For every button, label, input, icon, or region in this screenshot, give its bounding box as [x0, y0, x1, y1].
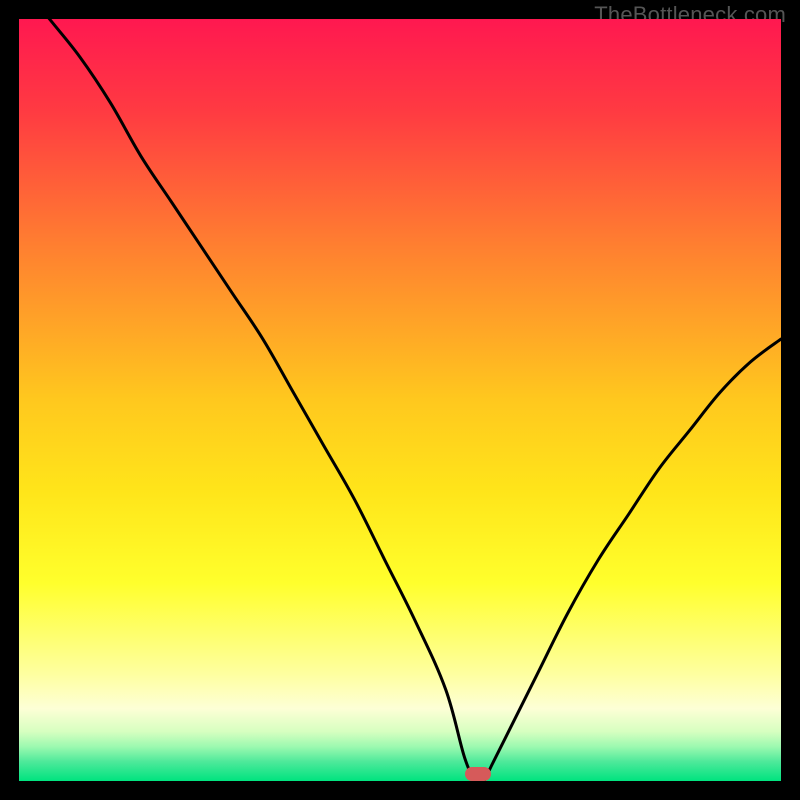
chart-frame: TheBottleneck.com	[0, 0, 800, 800]
optimal-range-marker	[465, 767, 492, 781]
bottleneck-curve	[19, 19, 781, 781]
plot-area	[19, 19, 781, 781]
